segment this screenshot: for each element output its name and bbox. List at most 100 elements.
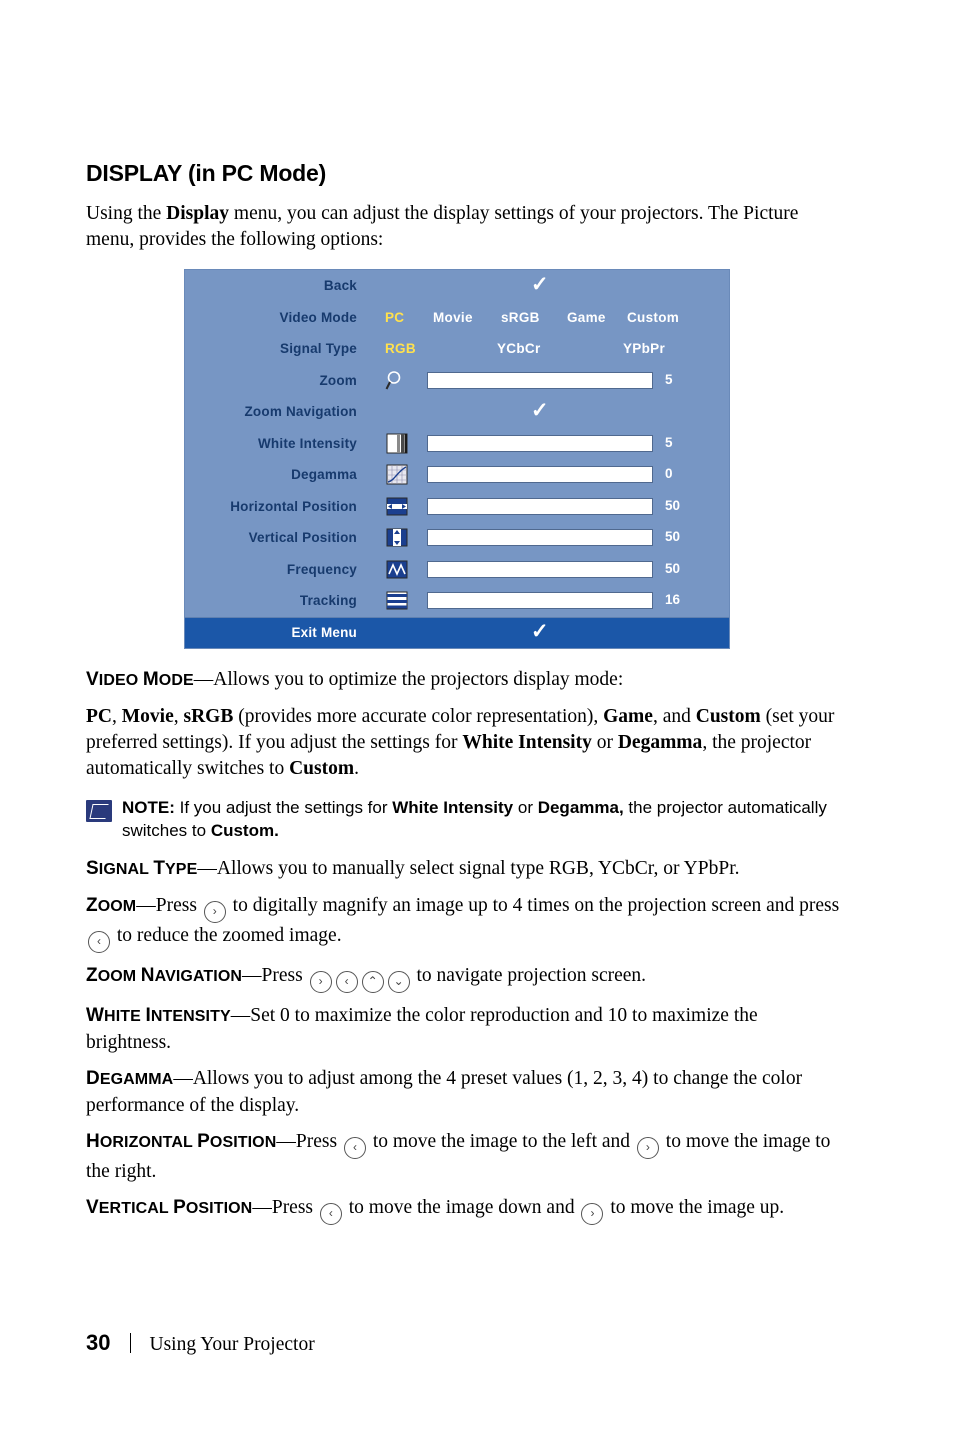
left-arrow-key-icon: ‹	[319, 1202, 342, 1225]
dash: —	[230, 1004, 251, 1026]
osd-row-vertical-position: Vertical Position 50	[185, 522, 729, 554]
note-box: NOTE: If you adjust the settings for Whi…	[86, 796, 846, 842]
osd-row-tracking: Tracking 16	[185, 585, 729, 617]
osd-option-rgb: RGB	[385, 341, 416, 357]
white-intensity-ref: White Intensity	[462, 731, 592, 753]
hp-t1: Press	[295, 1130, 342, 1152]
osd-slider-white-intensity	[427, 434, 653, 452]
osd-slider-value-tracking: 16	[665, 592, 681, 607]
note-t2: or	[513, 797, 538, 817]
osd-row-exit-menu: Exit Menu ✓	[185, 616, 729, 648]
osd-row-zoom: Zoom 5	[185, 365, 729, 397]
page-title: DISPLAY (in PC Mode)	[86, 160, 327, 186]
heading-zoom-navigation: ZOOM NAVIGATION	[86, 964, 243, 986]
osd-row-horizontal-position: Horizontal Position 50	[185, 491, 729, 523]
heading-vertical-position: VERTICAL POSITION	[86, 1196, 253, 1218]
osd-label-white-intensity: White Intensity	[257, 435, 357, 451]
video-mode-detail: PC, Movie, sRGB (provides more accurate …	[86, 704, 846, 782]
osd-slider-value-white-intensity: 5	[665, 434, 673, 450]
osd-value-signal-type: RGB YCbCr YPbPr	[371, 333, 729, 365]
horizontal-position-icon	[385, 496, 409, 517]
footer-text: Using Your Projector	[149, 1334, 315, 1355]
vp-t3: to move the image up.	[605, 1196, 785, 1218]
right-arrow-key-icon: ›	[636, 1136, 659, 1159]
note-white-intensity: White Intensity	[392, 797, 514, 817]
section-vertical-position: VERTICAL POSITION—Press ‹ to move the im…	[86, 1195, 846, 1225]
page-footer: 30 Using Your Projector	[86, 1330, 315, 1356]
zoomnav-t2: to navigate projection screen.	[411, 964, 647, 986]
osd-row-white-intensity: White Intensity 5	[185, 428, 729, 460]
dash: —	[252, 1196, 272, 1218]
osd-row-video-mode: Video Mode PC Movie sRGB Game Custom	[185, 302, 729, 334]
osd-option-custom: Custom	[627, 309, 680, 325]
note-pencil-icon	[86, 799, 112, 822]
left-arrow-key-icon: ‹	[343, 1136, 366, 1159]
vertical-position-icon	[385, 527, 409, 548]
osd-slider-tracking	[427, 592, 653, 609]
mode-movie: Movie	[121, 705, 174, 727]
osd-label-zoom-navigation: Zoom Navigation	[244, 404, 357, 420]
down-arrow-key-icon: ⌄	[387, 970, 410, 993]
osd-menu-figure: Back ✓ Video Mode PC Movie sRGB Game Cus…	[184, 269, 730, 649]
osd-slider-degamma	[427, 466, 653, 483]
section-signal-type: SIGNAL TYPE—Allows you to manually selec…	[86, 856, 846, 883]
osd-row-zoom-navigation: Zoom Navigation ✓	[185, 396, 729, 428]
up-arrow-key-icon: ⌃	[361, 970, 384, 993]
osd-slider-value-zoom: 5	[665, 371, 673, 387]
period: .	[354, 757, 359, 779]
vp-t2: to move the image down and	[343, 1196, 580, 1218]
heading-white-intensity: WHITE INTENSITY	[86, 1004, 231, 1026]
document-page: DISPLAY (in PC Mode) Using the Display m…	[0, 0, 954, 1432]
osd-label-zoom: Zoom	[319, 372, 357, 388]
check-icon: ✓	[531, 399, 549, 422]
section-video-mode: VIDEO MODE—Allows you to optimize the pr…	[86, 667, 846, 694]
osd-slider-horizontal-position	[427, 497, 653, 515]
wi-t1: Set 0 to maximize the color reproduction…	[250, 1004, 729, 1026]
right-arrow-key-icon: ›	[309, 970, 332, 993]
osd-value-zoom-navigation: ✓	[371, 396, 729, 428]
osd-label-frequency: Frequency	[286, 561, 357, 577]
osd-label-exit-menu: Exit Menu	[291, 625, 357, 640]
mode-srgb: sRGB	[183, 705, 234, 727]
note-text: NOTE: If you adjust the settings for Whi…	[122, 796, 834, 842]
degamma-icon	[385, 464, 409, 485]
osd-label-tracking: Tracking	[299, 593, 357, 609]
footer-divider	[130, 1333, 132, 1353]
intro-text-1: Using the	[86, 203, 167, 224]
osd-label-horizontal-position: Horizontal Position	[230, 498, 357, 514]
note-t1: If you adjust the settings for	[174, 797, 393, 817]
osd-value-back: ✓	[371, 270, 729, 302]
osd-label-back: Back	[323, 278, 357, 294]
dash: —	[193, 668, 214, 690]
osd-row-back: Back ✓	[185, 270, 729, 302]
note-label: NOTE:	[122, 797, 175, 817]
osd-label-vertical-position: Vertical Position	[248, 530, 357, 546]
osd-slider-frequency	[427, 560, 653, 578]
osd-row-frequency: Frequency 50	[185, 554, 729, 586]
sep: , and	[652, 705, 696, 727]
zoomnav-t1: Press	[261, 964, 308, 986]
right-arrow-key-icon: ›	[203, 900, 226, 923]
heading-horizontal-position: HORIZONTAL POSITION	[86, 1130, 277, 1152]
white-intensity-icon	[385, 433, 409, 454]
note-custom: Custom.	[210, 820, 279, 840]
osd-value-white-intensity: 5	[371, 428, 729, 460]
osd-slider-vertical-position	[427, 529, 653, 546]
heading-zoom: ZOOM	[86, 894, 137, 916]
section-degamma: DEGAMMA—Allows you to adjust among the 4…	[86, 1066, 846, 1119]
zoom-t1: Press	[155, 894, 202, 916]
dash: —	[136, 894, 156, 916]
magnifier-icon	[385, 370, 409, 391]
intro-text-2: menu, you can adjust the display setting…	[229, 203, 704, 224]
hp-t3: to move the	[660, 1130, 758, 1152]
osd-value-zoom: 5	[371, 365, 729, 397]
check-icon: ✓	[531, 619, 549, 643]
osd-slider-value-frequency: 50	[665, 560, 681, 576]
heading-signal-type: SIGNAL TYPE	[86, 857, 198, 879]
osd-label-signal-type: Signal Type	[280, 341, 357, 357]
osd-row-signal-type: Signal Type RGB YCbCr YPbPr	[185, 333, 729, 365]
osd-option-srgb: sRGB	[501, 309, 540, 325]
degamma-ref: Degamma	[617, 731, 703, 753]
sep: or	[591, 731, 618, 753]
heading-degamma: DEGAMMA	[86, 1067, 174, 1089]
